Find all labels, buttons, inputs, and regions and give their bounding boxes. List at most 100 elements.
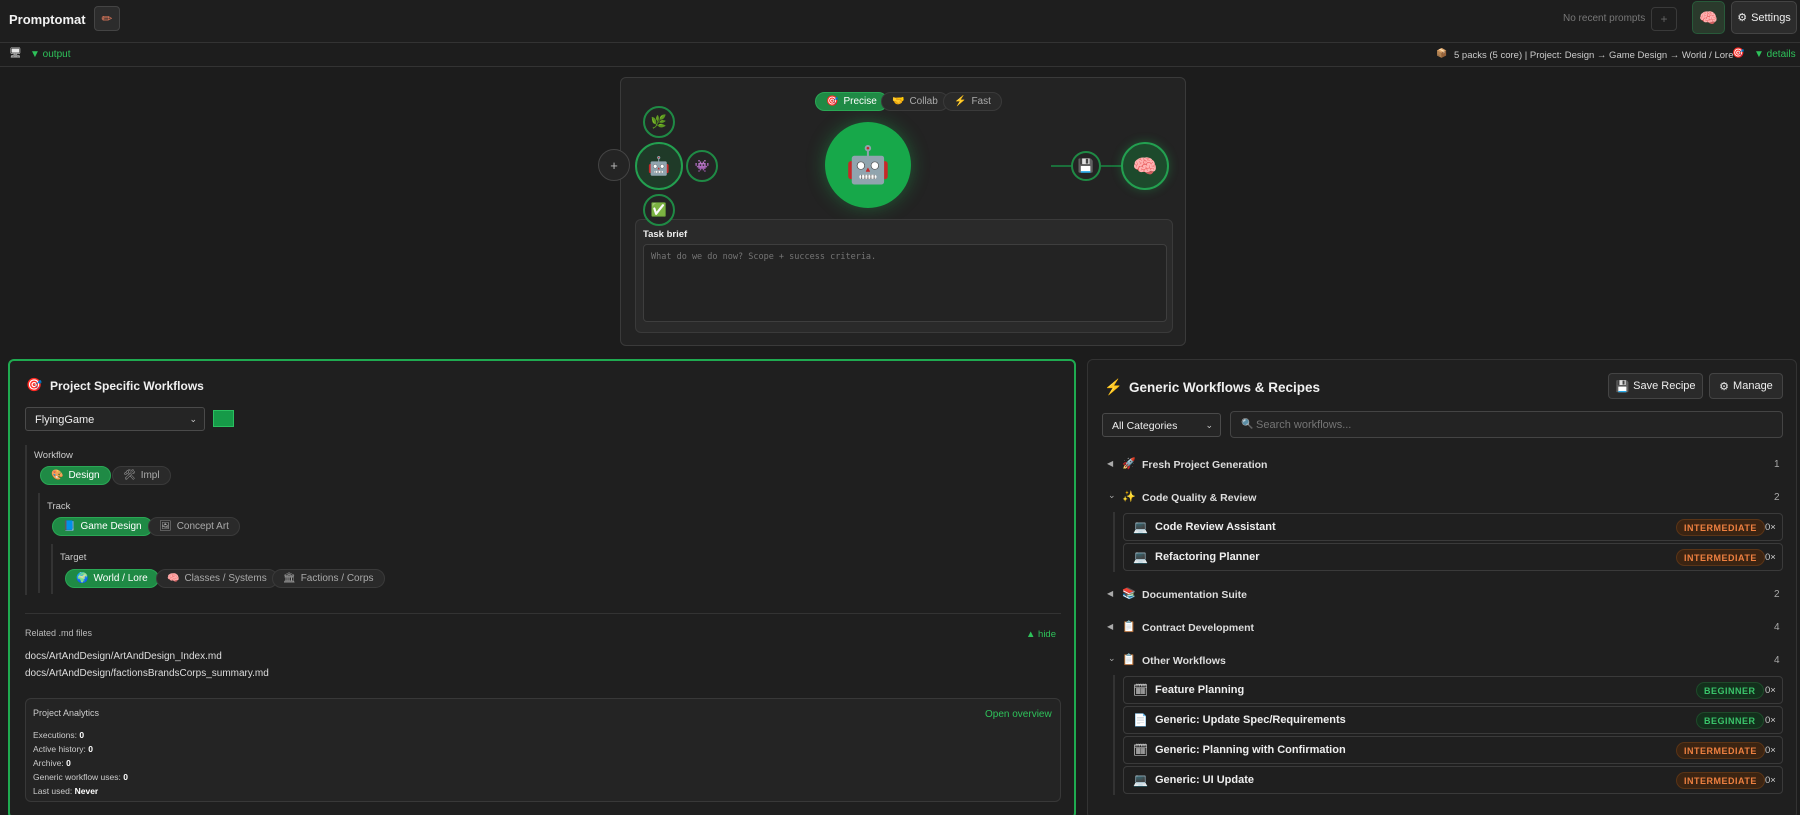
task-brief-input[interactable] bbox=[643, 244, 1167, 322]
workflow-row[interactable]: 💻 Code Review Assistant INTERMEDIATE 0× bbox=[1123, 513, 1783, 541]
tree-line bbox=[1113, 512, 1115, 572]
chevron-down-icon: ⌄ bbox=[189, 414, 197, 424]
category-other[interactable]: ⌄ 📋 Other Workflows 4 bbox=[1100, 652, 1785, 670]
expand-arrow-icon: ⌄ bbox=[1108, 653, 1116, 663]
mode-collab[interactable]: 🤝 Collab bbox=[881, 92, 949, 111]
target-icon: 🎯 bbox=[1732, 48, 1745, 59]
category-contract[interactable]: ◀ 📋 Contract Development 4 bbox=[1100, 619, 1785, 637]
document-icon: 📄 bbox=[1133, 713, 1148, 727]
open-overview-link[interactable]: Open overview bbox=[985, 709, 1052, 720]
robot-avatar[interactable]: 🤖 bbox=[825, 122, 911, 208]
workflow-chip-impl[interactable]: 🛠 Impl bbox=[112, 466, 171, 485]
workflow-chip-design[interactable]: 🎨 Design bbox=[40, 466, 111, 485]
brain-icon: 🧠 bbox=[1132, 155, 1158, 178]
color-picker[interactable] bbox=[213, 410, 234, 427]
tree-line bbox=[51, 544, 53, 594]
category-fresh-project[interactable]: ◀ 🚀 Fresh Project Generation 1 bbox=[1100, 456, 1785, 474]
game-node[interactable]: 👾 bbox=[686, 150, 718, 182]
invader-icon: 👾 bbox=[694, 159, 710, 173]
related-file[interactable]: docs/ArtAndDesign/factionsBrandsCorps_su… bbox=[25, 668, 269, 679]
output-toggle[interactable]: ▼ output bbox=[30, 49, 70, 60]
leaf-icon: 🌿 bbox=[650, 114, 668, 129]
track-chip-game-design[interactable]: 📘 Game Design bbox=[52, 517, 153, 536]
workflow-row[interactable]: 💻 Generic: UI Update INTERMEDIATE 0× bbox=[1123, 766, 1783, 794]
use-count: 0× bbox=[1765, 552, 1776, 563]
edit-button[interactable]: ✏ bbox=[94, 6, 120, 31]
level-badge: INTERMEDIATE bbox=[1676, 772, 1765, 789]
search-field: 🔍 bbox=[1230, 411, 1783, 438]
terminal-node[interactable]: 🤖 bbox=[635, 142, 683, 190]
category-count: 2 bbox=[1774, 589, 1780, 600]
tools-icon: 🛠 bbox=[123, 470, 136, 481]
connector-line bbox=[1101, 165, 1121, 167]
workflow-row[interactable]: 🗓 Generic: Planning with Confirmation IN… bbox=[1123, 736, 1783, 764]
tree-line bbox=[25, 445, 27, 595]
panel-title: Project Specific Workflows bbox=[50, 379, 204, 393]
save-recipe-button[interactable]: 💾 Save Recipe bbox=[1608, 373, 1703, 399]
category-code-quality[interactable]: ⌄ ✨ Code Quality & Review 2 bbox=[1100, 489, 1785, 507]
check-node[interactable]: ✅ bbox=[643, 194, 675, 226]
level-badge: INTERMEDIATE bbox=[1676, 549, 1765, 566]
lightning-icon: ⚡ bbox=[954, 96, 967, 107]
analytics-row: Executions: 0 bbox=[33, 730, 85, 740]
related-files-label: Related .md files bbox=[25, 628, 93, 638]
analytics-title: Project Analytics bbox=[33, 708, 100, 718]
category-select[interactable]: All Categories ⌄ bbox=[1102, 413, 1221, 437]
mode-precise[interactable]: 🎯 Precise bbox=[815, 92, 888, 111]
settings-button[interactable]: ⚙ Settings bbox=[1731, 1, 1797, 34]
brain-icon: 🧠 bbox=[1699, 9, 1718, 27]
search-input[interactable] bbox=[1256, 414, 1776, 435]
floppy-icon: 💾 bbox=[1077, 158, 1095, 173]
hide-toggle[interactable]: ▲ hide bbox=[1026, 629, 1056, 640]
project-select[interactable]: FlyingGame ⌄ bbox=[25, 407, 205, 431]
target-chip-factions[interactable]: 🏛 Factions / Corps bbox=[272, 569, 385, 588]
gear-icon: ⚙ bbox=[1719, 380, 1730, 393]
package-icon: 📦 bbox=[1436, 48, 1448, 58]
workflow-row[interactable]: 🗓 Feature Planning BEGINNER 0× bbox=[1123, 676, 1783, 704]
save-node[interactable]: 💾 bbox=[1071, 151, 1101, 181]
clipboard-icon: 📋 bbox=[1122, 654, 1136, 666]
workflow-row[interactable]: 💻 Refactoring Planner INTERMEDIATE 0× bbox=[1123, 543, 1783, 571]
analytics-row: Last used: Never bbox=[33, 786, 99, 796]
brain-node[interactable]: 🧠 bbox=[1121, 142, 1169, 190]
chevron-down-icon: ⌄ bbox=[1205, 420, 1213, 430]
status-text: 5 packs (5 core) | Project: Design → Gam… bbox=[1454, 50, 1734, 61]
mode-fast[interactable]: ⚡ Fast bbox=[943, 92, 1002, 111]
robot-face-icon: 🤖 bbox=[647, 155, 671, 176]
track-chip-concept-art[interactable]: 🖼 Concept Art bbox=[148, 517, 240, 536]
app-title: Promptomat bbox=[9, 12, 86, 27]
brain-button[interactable]: 🧠 bbox=[1692, 1, 1725, 34]
checkbox-icon: ✅ bbox=[650, 202, 668, 217]
project-workflows-panel: 🎯 Project Specific Workflows FlyingGame … bbox=[8, 359, 1076, 815]
book-icon: 📘 bbox=[63, 521, 76, 532]
add-node-button[interactable]: + bbox=[598, 149, 630, 181]
calendar-icon: 🗓 bbox=[1133, 743, 1149, 757]
manage-button[interactable]: ⚙ Manage bbox=[1709, 373, 1783, 399]
connector-line bbox=[1051, 165, 1071, 167]
collapse-arrow-icon: ◀ bbox=[1107, 622, 1114, 631]
category-documentation[interactable]: ◀ 📚 Documentation Suite 2 bbox=[1100, 586, 1785, 604]
status-bar: 🖥 ▼ output 📦 5 packs (5 core) | Project:… bbox=[0, 43, 1800, 67]
search-icon: 🔍 bbox=[1241, 419, 1254, 430]
target-chip-world-lore[interactable]: 🌍 World / Lore bbox=[65, 569, 159, 588]
new-prompt-button[interactable]: + bbox=[1651, 7, 1677, 31]
lightning-icon: ⚡ bbox=[1104, 379, 1123, 396]
analytics-row: Generic workflow uses: 0 bbox=[33, 772, 128, 782]
related-file[interactable]: docs/ArtAndDesign/ArtAndDesign_Index.md bbox=[25, 651, 222, 662]
use-count: 0× bbox=[1765, 775, 1776, 786]
workflow-row[interactable]: 📄 Generic: Update Spec/Requirements BEGI… bbox=[1123, 706, 1783, 734]
recent-prompts[interactable]: No recent prompts bbox=[1563, 13, 1645, 24]
robot-icon: 🤖 bbox=[845, 144, 891, 185]
settings-label: Settings bbox=[1751, 11, 1791, 24]
details-toggle[interactable]: ▼ details bbox=[1754, 49, 1796, 60]
handshake-icon: 🤝 bbox=[892, 96, 905, 107]
top-bar: Promptomat ✏ No recent prompts + 🧠 ⚙ Sett… bbox=[0, 0, 1800, 43]
monitor-icon: 🖥 bbox=[9, 48, 22, 59]
floppy-icon: 💾 bbox=[1615, 380, 1630, 393]
target-chip-classes[interactable]: 🧠 Classes / Systems bbox=[156, 569, 278, 588]
leaf-node[interactable]: 🌿 bbox=[643, 106, 675, 138]
category-count: 4 bbox=[1774, 622, 1780, 633]
category-count: 2 bbox=[1774, 492, 1780, 503]
brain-icon: 🧠 bbox=[167, 573, 180, 584]
track-label: Track bbox=[47, 501, 71, 512]
